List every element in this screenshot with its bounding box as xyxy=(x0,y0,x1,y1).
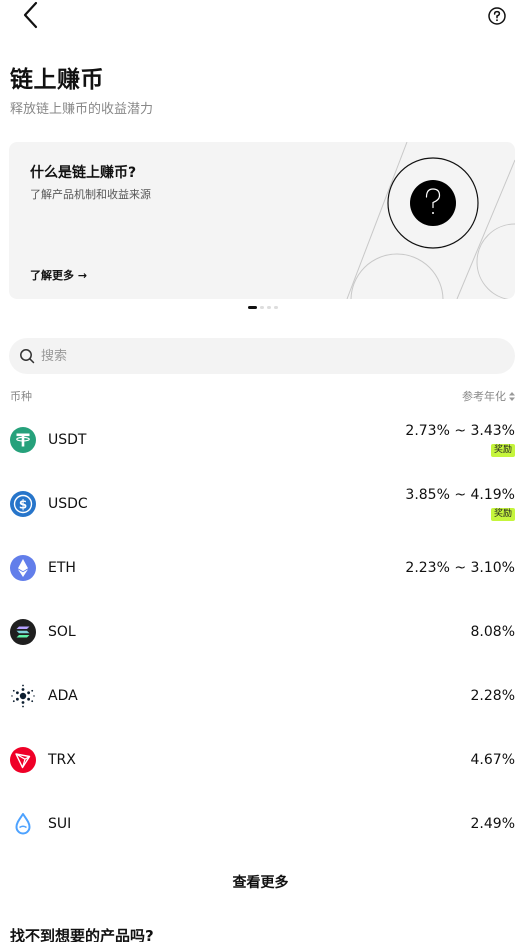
coin-row-eth[interactable]: ETH 2.23% ~ 3.10% xyxy=(10,536,515,600)
usdc-icon: $ xyxy=(10,491,36,517)
coin-name: SOL xyxy=(48,624,76,640)
search-input[interactable] xyxy=(41,338,501,374)
carousel-indicator xyxy=(248,305,278,309)
search-bar[interactable] xyxy=(9,338,515,374)
sol-icon xyxy=(10,619,36,645)
apy-sort-button[interactable]: 参考年化 xyxy=(462,388,515,404)
coin-name: USDC xyxy=(48,496,88,512)
sui-icon xyxy=(15,813,31,835)
coin-name: ETH xyxy=(48,560,76,576)
carousel-dot[interactable] xyxy=(260,305,264,309)
coin-rate: 2.73% ~ 3.43% xyxy=(405,423,515,439)
carousel-dot-active[interactable] xyxy=(248,305,257,309)
coin-name: USDT xyxy=(48,432,87,448)
info-banner[interactable]: 什么是链上赚币? 了解产品机制和收益来源 了解更多 → xyxy=(9,142,515,299)
coin-rate: 2.23% ~ 3.10% xyxy=(405,560,515,576)
coin-name: TRX xyxy=(48,752,76,768)
usdt-icon xyxy=(10,427,36,453)
reward-badge: 奖励 xyxy=(490,444,515,457)
coin-rate: 2.28% xyxy=(470,688,515,704)
coin-name: ADA xyxy=(48,688,78,704)
apy-column-header: 参考年化 xyxy=(462,390,506,403)
svg-text:$: $ xyxy=(19,498,27,512)
chevron-left-icon xyxy=(23,1,38,29)
help-button[interactable] xyxy=(487,6,507,26)
learn-more-link[interactable]: 了解更多 → xyxy=(30,267,87,283)
coin-row-ada[interactable]: ADA 2.28% xyxy=(10,664,515,728)
carousel-dot[interactable] xyxy=(267,305,271,309)
search-icon xyxy=(20,349,35,364)
coin-row-trx[interactable]: TRX 4.67% xyxy=(10,728,515,792)
banner-description: 了解产品机制和收益来源 xyxy=(30,188,151,201)
view-more-button[interactable]: 查看更多 xyxy=(0,872,521,892)
page-title: 链上赚币 xyxy=(10,67,104,93)
coin-row-usdt[interactable]: USDT 2.73% ~ 3.43% 奖励 xyxy=(10,408,515,472)
list-header: 币种 参考年化 xyxy=(10,388,515,404)
coin-name: SUI xyxy=(48,816,72,832)
coin-row-sui[interactable]: SUI 2.49% xyxy=(10,792,515,856)
coin-column-header: 币种 xyxy=(10,390,32,403)
top-bar xyxy=(0,0,521,34)
coin-rate: 2.49% xyxy=(470,816,515,832)
coin-row-usdc[interactable]: $ USDC 3.85% ~ 4.19% 奖励 xyxy=(10,472,515,536)
banner-title: 什么是链上赚币? xyxy=(30,165,137,181)
question-circle-icon xyxy=(488,7,506,25)
ada-icon xyxy=(11,684,35,708)
sort-icon xyxy=(509,391,515,401)
coin-rate: 3.85% ~ 4.19% xyxy=(405,487,515,503)
eth-icon xyxy=(10,555,36,581)
reward-badge: 奖励 xyxy=(490,508,515,521)
page-subtitle: 释放链上赚币的收益潜力 xyxy=(10,102,154,117)
section-title: 找不到想要的产品吗? xyxy=(10,927,154,942)
coin-rate: 4.67% xyxy=(470,752,515,768)
trx-icon xyxy=(10,747,36,773)
coin-rate: 8.08% xyxy=(470,624,515,640)
back-button[interactable] xyxy=(18,0,46,32)
carousel-dot[interactable] xyxy=(274,305,278,309)
coin-row-sol[interactable]: SOL 8.08% xyxy=(10,600,515,664)
